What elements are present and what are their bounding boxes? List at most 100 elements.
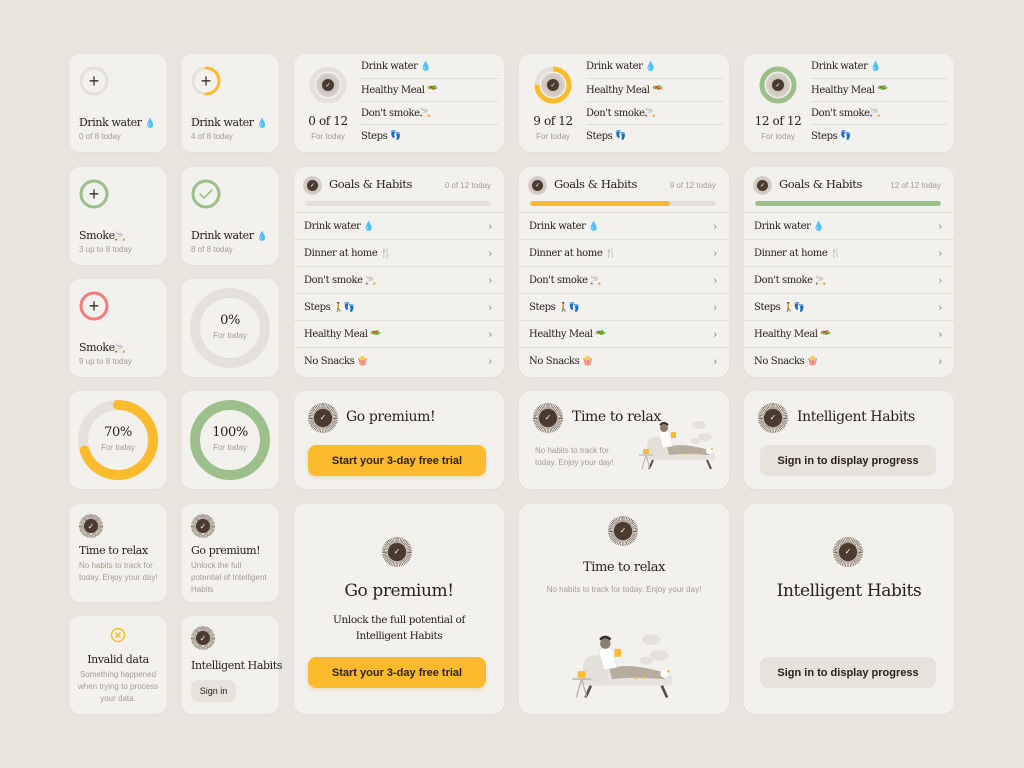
- tile-smoke-9[interactable]: + Smoke🚬 9 up to 8 today: [69, 279, 167, 377]
- plus-icon[interactable]: +: [79, 179, 109, 209]
- percent-tile-0[interactable]: 0% For today: [181, 279, 279, 377]
- plus-icon[interactable]: +: [191, 66, 221, 96]
- summary-label: For today: [761, 132, 795, 141]
- chevron-right-icon[interactable]: ›: [488, 301, 492, 314]
- chevron-right-icon[interactable]: ›: [713, 301, 717, 314]
- intelligent-card-large[interactable]: ✓ Intelligent Habits Sign in to display …: [744, 504, 954, 714]
- chevron-right-icon[interactable]: ›: [938, 274, 942, 287]
- goal-item[interactable]: Don't smoke 🚬 ›: [294, 266, 504, 293]
- goal-item[interactable]: No Snacks 🍿 ›: [519, 347, 729, 374]
- salad-icon: 🥗: [820, 329, 832, 340]
- goal-item[interactable]: Dinner at home 🍴 ›: [519, 239, 729, 266]
- intelligent-tile-small[interactable]: ✓ Intelligent Habits Sign in: [181, 616, 282, 714]
- list-item[interactable]: Drink water 💧: [361, 55, 498, 78]
- premium-card-large[interactable]: ✓ Go premium! Unlock the full potential …: [294, 504, 504, 714]
- sign-in-progress-button[interactable]: Sign in to display progress: [760, 657, 936, 688]
- goals-progress-bar: [305, 201, 491, 206]
- chevron-right-icon[interactable]: ›: [488, 328, 492, 341]
- list-item[interactable]: Healthy Meal 🥗: [586, 78, 723, 101]
- chevron-right-icon[interactable]: ›: [713, 274, 717, 287]
- chevron-right-icon[interactable]: ›: [938, 247, 942, 260]
- goal-item[interactable]: Dinner at home 🍴 ›: [294, 239, 504, 266]
- summary-list: Drink water 💧 Healthy Meal 🥗 Don't smoke…: [811, 55, 948, 149]
- chevron-right-icon[interactable]: ›: [713, 355, 717, 368]
- goal-item[interactable]: No Snacks 🍿 ›: [744, 347, 954, 374]
- plus-icon[interactable]: +: [79, 291, 109, 321]
- summary-card-12[interactable]: ✓ 12 of 12 For today Drink water 💧 Healt…: [744, 54, 954, 152]
- chevron-right-icon[interactable]: ›: [938, 220, 942, 233]
- goal-item[interactable]: Healthy Meal 🥗 ›: [294, 320, 504, 347]
- salad-icon: 🥗: [652, 85, 664, 95]
- tile-drink-water-4[interactable]: + Drink water 💧 4 of 8 today: [181, 54, 279, 152]
- percent-tile-100[interactable]: 100% For today: [181, 391, 279, 489]
- list-item[interactable]: Drink water 💧: [811, 55, 948, 78]
- tile-smoke-3[interactable]: + Smoke🚬 3 up to 8 today: [69, 167, 167, 265]
- chevron-right-icon[interactable]: ›: [488, 247, 492, 260]
- chevron-right-icon[interactable]: ›: [938, 355, 942, 368]
- list-item[interactable]: Healthy Meal 🥗: [811, 78, 948, 101]
- chevron-right-icon[interactable]: ›: [713, 328, 717, 341]
- list-item[interactable]: Steps 👣: [586, 124, 723, 147]
- tile-drink-water-0[interactable]: + Drink water 💧 0 of 8 today: [69, 54, 167, 152]
- chevron-right-icon[interactable]: ›: [488, 274, 492, 287]
- premium-card-wide[interactable]: ✓ Go premium! Start your 3-day free tria…: [294, 391, 504, 489]
- percent-tile-70[interactable]: 70% For today: [69, 391, 167, 489]
- list-item[interactable]: Steps 👣: [361, 124, 498, 147]
- card-title: Go premium!: [346, 409, 436, 425]
- chevron-right-icon[interactable]: ›: [713, 247, 717, 260]
- chevron-right-icon[interactable]: ›: [713, 220, 717, 233]
- chevron-right-icon[interactable]: ›: [938, 301, 942, 314]
- tile-subtitle: 9 up to 8 today: [79, 357, 132, 366]
- card-title: Go premium!: [344, 581, 454, 601]
- relax-card-large: ✓ Time to relax No habits to track for t…: [519, 504, 729, 714]
- sign-in-progress-button[interactable]: Sign in to display progress: [760, 445, 936, 476]
- summary-count: 12 of 12: [754, 114, 802, 128]
- start-trial-button[interactable]: Start your 3-day free trial: [308, 657, 486, 688]
- check-icon[interactable]: [191, 179, 221, 209]
- water-drop-icon: 💧: [420, 61, 432, 72]
- walking-icon: 🚶👣: [558, 302, 580, 313]
- goal-item[interactable]: Don't smoke 🚬 ›: [744, 266, 954, 293]
- goal-item[interactable]: Steps 🚶👣 ›: [294, 293, 504, 320]
- list-item[interactable]: Healthy Meal 🥗: [361, 78, 498, 101]
- tile-drink-water-8[interactable]: Drink water 💧 8 of 8 today: [181, 167, 279, 265]
- chevron-right-icon[interactable]: ›: [488, 355, 492, 368]
- summary-card-9[interactable]: ✓ 9 of 12 For today Drink water 💧 Health…: [519, 54, 729, 152]
- list-item[interactable]: Don't smoke 🚬: [361, 101, 498, 124]
- intelligent-card-wide[interactable]: ✓ Intelligent Habits Sign in to display …: [744, 391, 954, 489]
- goal-item[interactable]: Dinner at home 🍴 ›: [744, 239, 954, 266]
- goal-item[interactable]: Steps 🚶👣 ›: [519, 293, 729, 320]
- goal-item[interactable]: Don't smoke 🚬 ›: [519, 266, 729, 293]
- summary-card-0[interactable]: ✓ 0 of 12 For today Drink water 💧 Health…: [294, 54, 504, 152]
- popcorn-icon: 🍿: [582, 356, 593, 367]
- goal-item[interactable]: Drink water 💧 ›: [519, 212, 729, 239]
- cigarette-icon: 🚬: [869, 108, 881, 118]
- chevron-right-icon[interactable]: ›: [938, 328, 942, 341]
- plus-icon[interactable]: +: [79, 66, 109, 96]
- app-logo-icon: ✓: [303, 176, 322, 195]
- tile-title: Drink water 💧: [191, 116, 268, 129]
- tile-title: Drink water 💧: [191, 229, 268, 242]
- walking-icon: 🚶👣: [333, 302, 355, 313]
- goal-item[interactable]: No Snacks 🍿 ›: [294, 347, 504, 374]
- tile-title: Invalid data: [87, 653, 149, 666]
- sign-in-button[interactable]: Sign in: [191, 680, 236, 702]
- goal-item[interactable]: Drink water 💧 ›: [294, 212, 504, 239]
- water-drop-icon: 💧: [144, 119, 156, 129]
- goals-card-12: ✓ Goals & Habits 12 of 12 today Drink water…: [744, 167, 954, 377]
- start-trial-button[interactable]: Start your 3-day free trial: [308, 445, 486, 476]
- chevron-right-icon[interactable]: ›: [488, 220, 492, 233]
- goal-item[interactable]: Steps 🚶👣 ›: [744, 293, 954, 320]
- list-item[interactable]: Steps 👣: [811, 124, 948, 147]
- list-item[interactable]: Don't smoke 🚬: [586, 101, 723, 124]
- app-logo-icon: ✓: [541, 73, 565, 97]
- list-item[interactable]: Drink water 💧: [586, 55, 723, 78]
- goal-item[interactable]: Healthy Meal 🥗 ›: [744, 320, 954, 347]
- goal-item[interactable]: Drink water 💧 ›: [744, 212, 954, 239]
- premium-tile-small[interactable]: ✓ Go premium! Unlock the full potential …: [181, 504, 279, 602]
- list-item[interactable]: Don't smoke 🚬: [811, 101, 948, 124]
- summary-list: Drink water 💧 Healthy Meal 🥗 Don't smoke…: [361, 55, 498, 149]
- app-logo-icon: ✓: [753, 176, 772, 195]
- goals-progress-bar: [755, 201, 941, 206]
- goal-item[interactable]: Healthy Meal 🥗 ›: [519, 320, 729, 347]
